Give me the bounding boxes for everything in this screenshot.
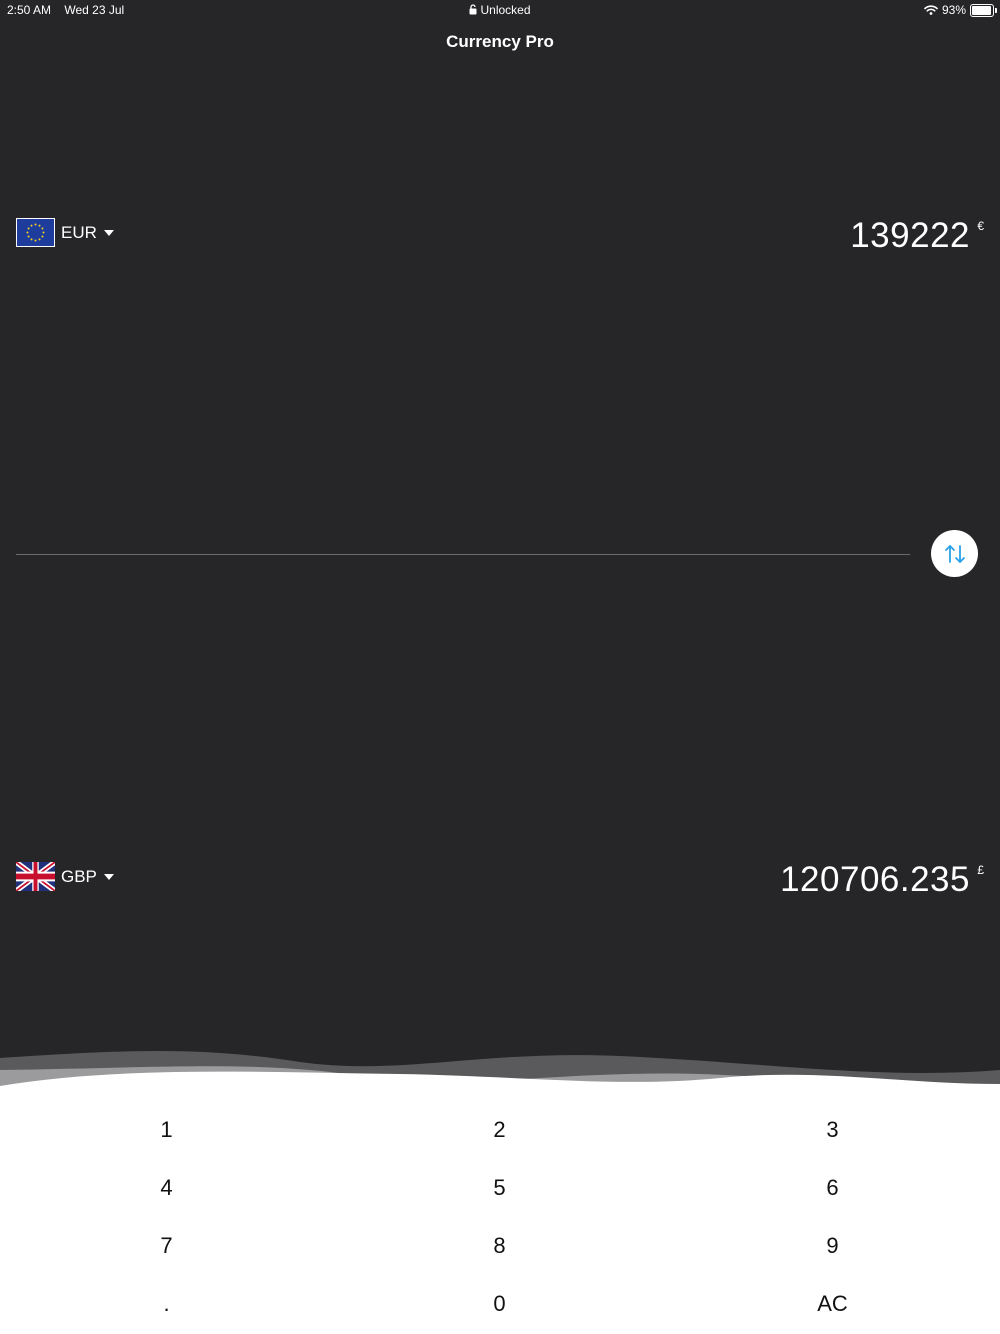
key-clear[interactable]: AC [666, 1275, 999, 1333]
uk-flag-icon [16, 862, 55, 891]
to-currency-row: GBP 120706.235 £ [0, 860, 1000, 900]
status-right: 93% [924, 3, 997, 17]
from-currency-row: EUR 139222 € [0, 216, 1000, 256]
to-amount: 120706.235 [780, 860, 970, 899]
battery-percent: 93% [941, 3, 966, 17]
keypad: 1 2 3 4 5 6 7 8 9 . 0 AC [0, 1101, 1000, 1334]
from-currency-selector[interactable]: EUR [16, 218, 114, 247]
key-2[interactable]: 2 [333, 1101, 666, 1159]
key-4[interactable]: 4 [0, 1159, 333, 1217]
chevron-down-icon [103, 873, 114, 880]
page-title: Currency Pro [446, 32, 554, 51]
chevron-down-icon [103, 229, 114, 236]
key-1[interactable]: 1 [0, 1101, 333, 1159]
battery-icon [970, 3, 997, 17]
swap-button[interactable] [931, 530, 978, 577]
key-decimal[interactable]: . [0, 1275, 333, 1333]
from-amount: 139222 [850, 216, 970, 255]
status-center: Unlocked [0, 3, 1000, 17]
status-bar: 2:50 AM Wed 23 Jul Unlocked 93% [0, 0, 1000, 20]
key-0[interactable]: 0 [333, 1275, 666, 1333]
lock-status: Unlocked [480, 3, 531, 17]
battery-fill [972, 5, 991, 15]
key-8[interactable]: 8 [333, 1217, 666, 1275]
from-currency-symbol: € [977, 219, 984, 233]
key-3[interactable]: 3 [666, 1101, 999, 1159]
from-currency-code: EUR [61, 222, 97, 242]
to-currency-symbol: £ [977, 863, 984, 877]
eu-flag-icon [16, 218, 55, 247]
lock-icon [469, 4, 477, 15]
divider [16, 554, 910, 555]
to-currency-selector[interactable]: GBP [16, 862, 114, 891]
to-currency-code: GBP [61, 866, 97, 886]
wifi-icon [924, 5, 938, 15]
key-6[interactable]: 6 [666, 1159, 999, 1217]
key-7[interactable]: 7 [0, 1217, 333, 1275]
key-9[interactable]: 9 [666, 1217, 999, 1275]
swap-arrows-icon [944, 544, 965, 563]
key-5[interactable]: 5 [333, 1159, 666, 1217]
